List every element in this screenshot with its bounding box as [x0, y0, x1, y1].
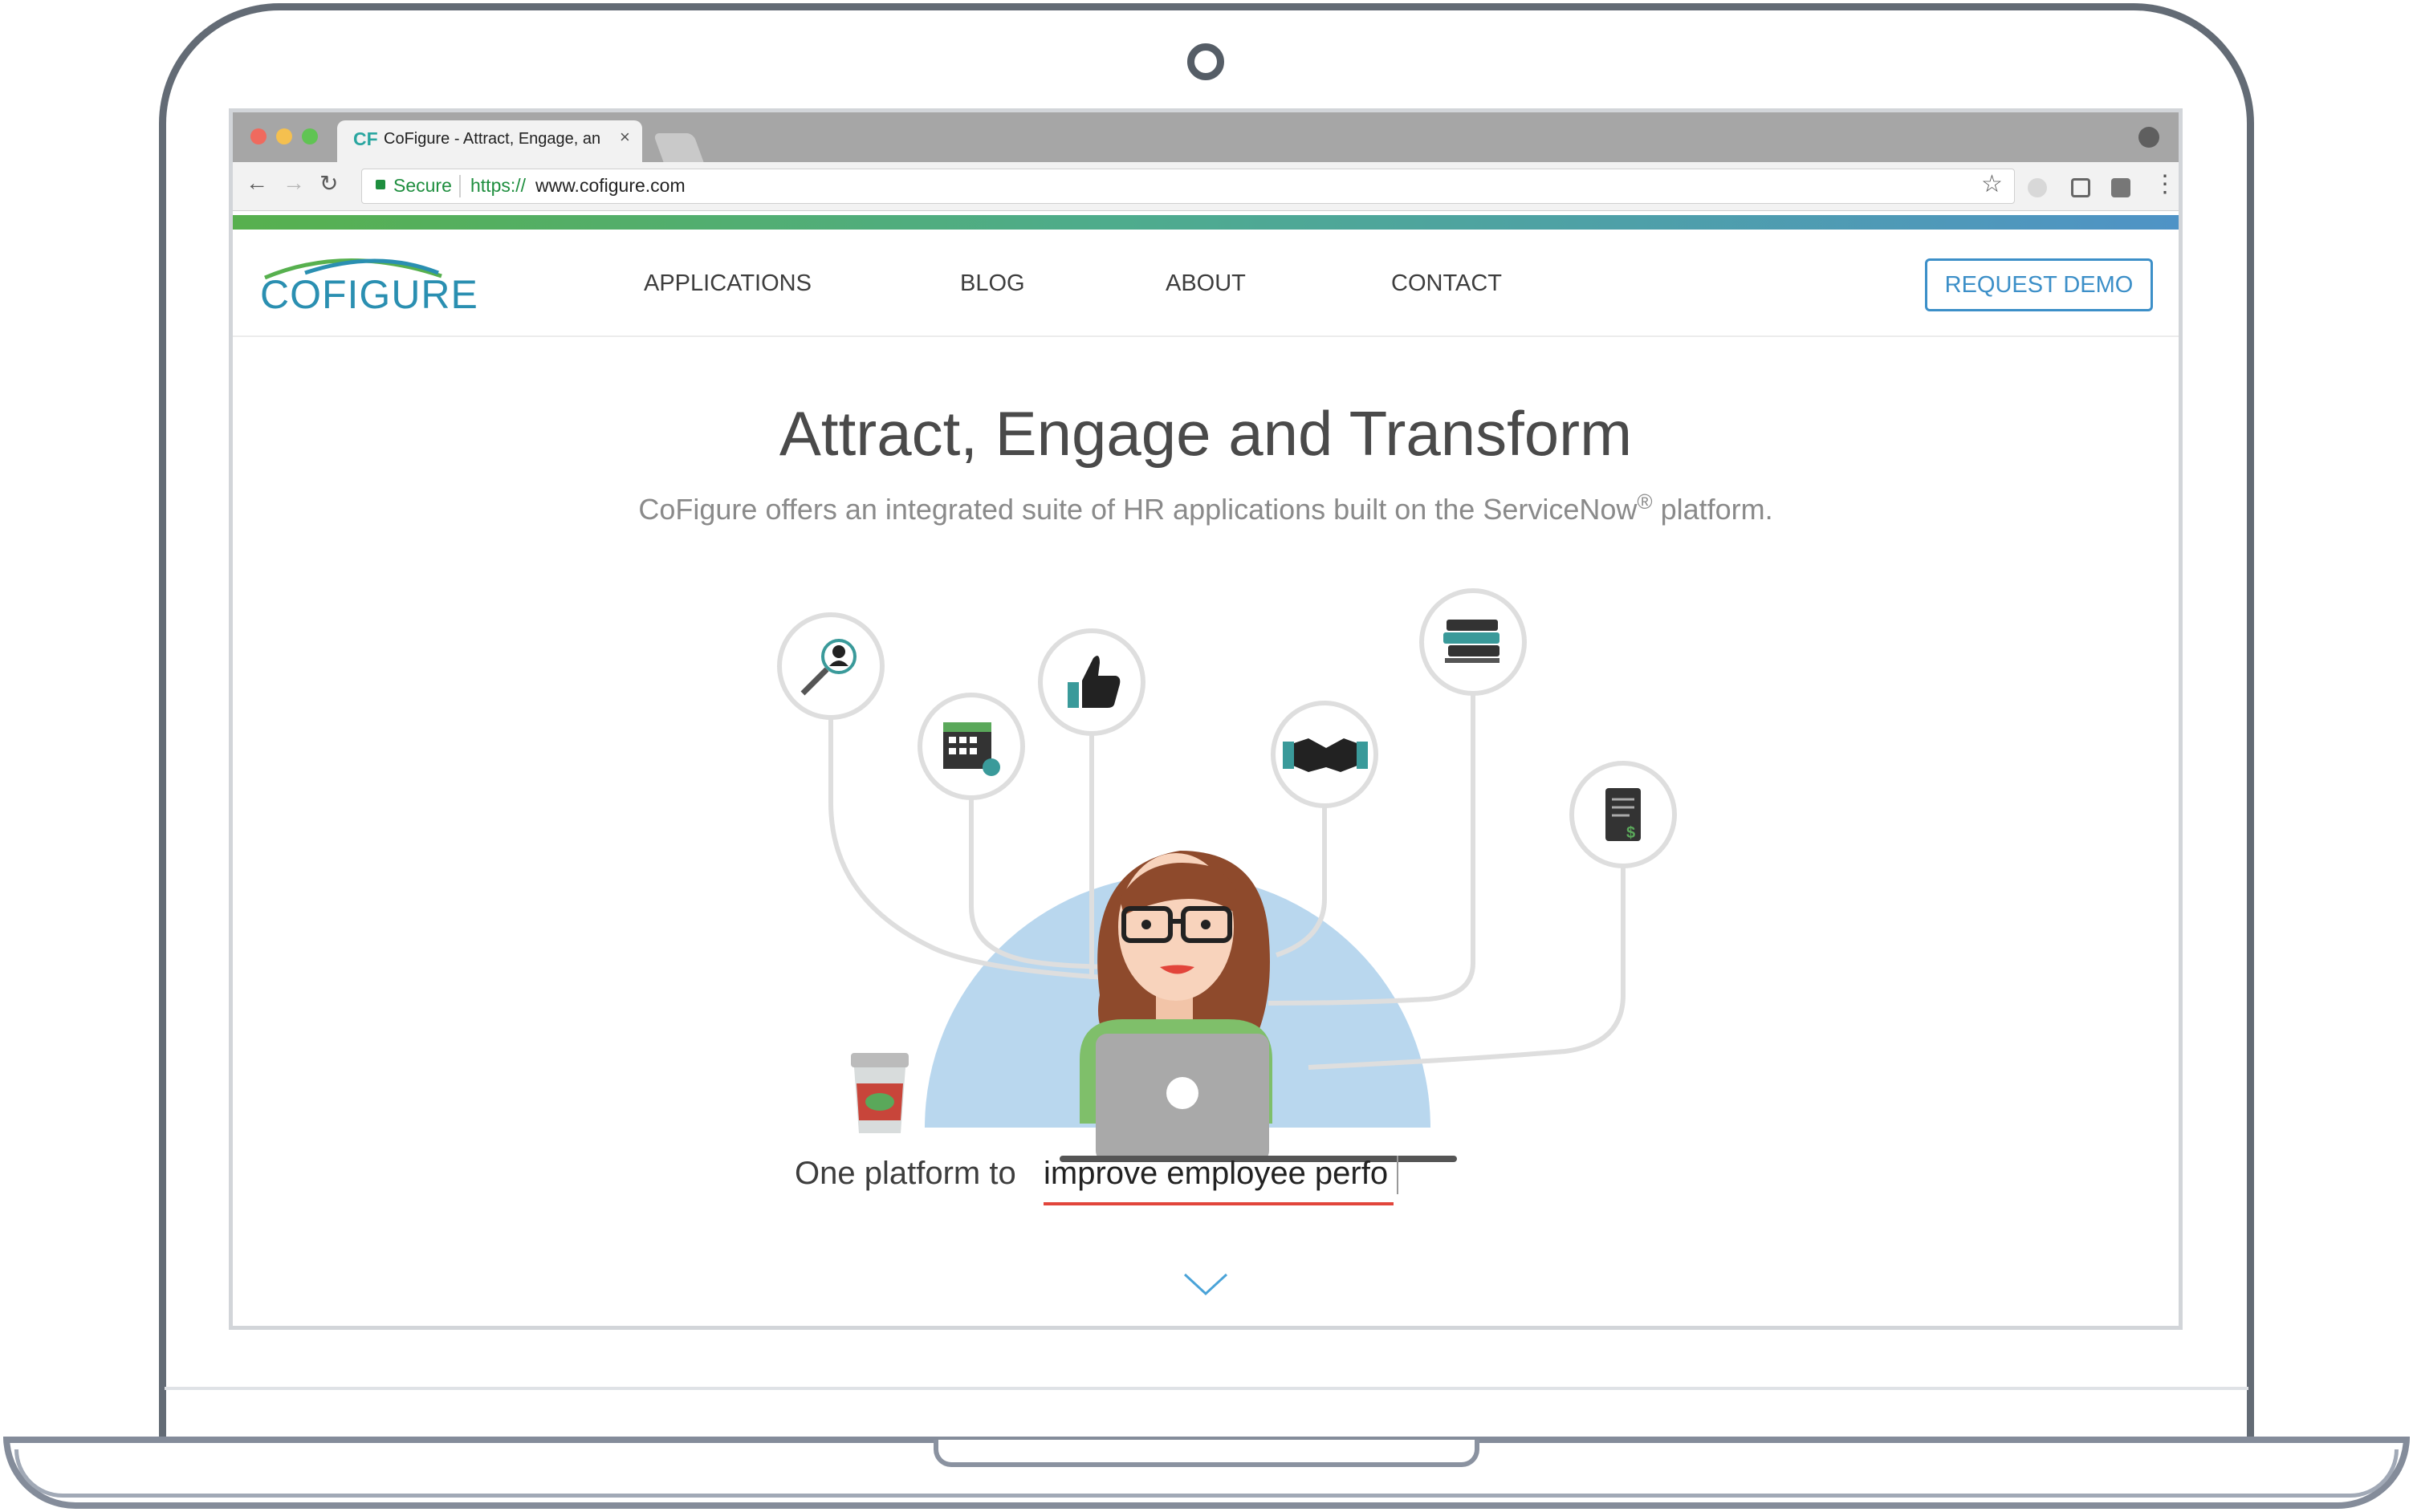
header-divider [233, 335, 2179, 337]
hero-subtitle-end: platform. [1652, 493, 1773, 526]
lock-icon [376, 180, 385, 189]
laptop-notch [934, 1440, 1479, 1467]
tab-close-icon[interactable]: × [620, 127, 630, 148]
receipt-icon: $ [1569, 761, 1677, 868]
maximize-window-icon[interactable] [302, 128, 318, 144]
url-host[interactable]: www.cofigure.com [535, 175, 686, 197]
hero-subtitle-text: CoFigure offers an integrated suite of H… [638, 493, 1638, 526]
tagline-typed-text: improve employee perfo [1044, 1156, 1389, 1191]
request-demo-button[interactable]: REQUEST DEMO [1925, 258, 2153, 311]
webcam-icon [1187, 43, 1224, 80]
nav-about[interactable]: ABOUT [1166, 270, 1246, 297]
close-window-icon[interactable] [250, 128, 267, 144]
books-icon [1419, 588, 1527, 696]
browser-menu-icon[interactable]: ⋮ [2153, 170, 2177, 198]
tab-favicon-icon: CF [353, 128, 378, 149]
svg-text:$: $ [1626, 824, 1635, 842]
coffee-cup-icon [851, 1053, 909, 1133]
browser-window: CF CoFigure - Attract, Engage, an × ← → … [229, 108, 2183, 1330]
calendar-icon [918, 693, 1025, 800]
thumbs-up-icon [1038, 628, 1145, 736]
back-icon[interactable]: ← [246, 170, 268, 196]
handshake-icon [1271, 701, 1378, 808]
nav-contact[interactable]: CONTACT [1391, 270, 1502, 297]
brand-gradient-bar [233, 215, 2179, 230]
registered-mark: ® [1637, 490, 1653, 514]
cast-icon[interactable] [2071, 178, 2090, 197]
nav-blog[interactable]: BLOG [960, 270, 1025, 297]
forward-icon[interactable]: → [283, 170, 305, 196]
scroll-down-chevron-icon[interactable] [1180, 1268, 1231, 1300]
site-logo[interactable]: COFIGURE [260, 271, 478, 318]
search-person-icon [777, 612, 885, 720]
laptop-illustration [1096, 1034, 1269, 1162]
reload-icon[interactable]: ↻ [319, 170, 338, 197]
minimize-window-icon[interactable] [276, 128, 292, 144]
nav-applications[interactable]: APPLICATIONS [644, 270, 812, 297]
profile-icon[interactable] [2138, 127, 2159, 148]
tagline-prefix: One platform to [795, 1156, 1016, 1191]
hero-subtitle: CoFigure offers an integrated suite of H… [233, 490, 2179, 526]
address-separator [459, 175, 461, 197]
bookmark-star-icon[interactable]: ☆ [1981, 170, 2003, 198]
typing-caret [1397, 1156, 1398, 1194]
extension-icon[interactable] [2028, 178, 2047, 197]
tab-title[interactable]: CoFigure - Attract, Engage, an [384, 130, 616, 148]
tagline-underline [1044, 1202, 1394, 1205]
secure-label: Secure [393, 175, 452, 196]
lid-divider [165, 1387, 2248, 1390]
url-scheme[interactable]: https:// [470, 175, 526, 197]
extension-square-icon[interactable] [2111, 178, 2130, 197]
hero-title: Attract, Engage and Transform [779, 398, 1633, 469]
